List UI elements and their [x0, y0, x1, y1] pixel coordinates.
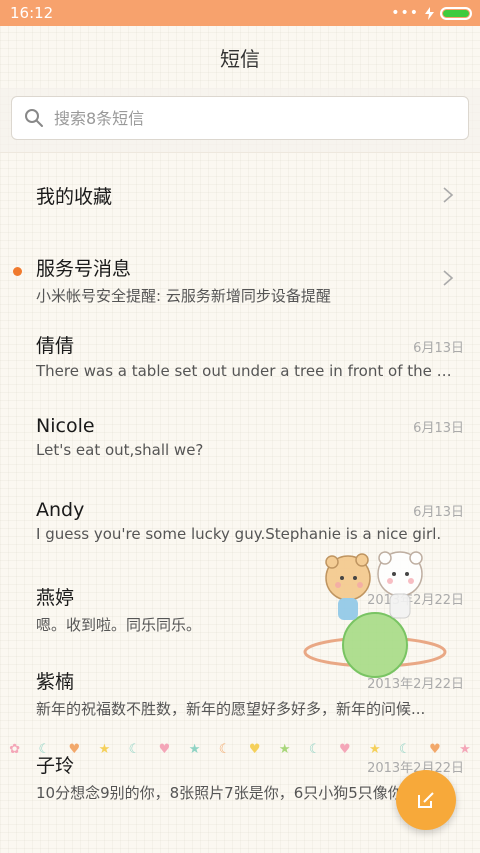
- search-icon: [25, 109, 43, 127]
- status-icons: •••: [391, 6, 472, 20]
- compose-button[interactable]: [396, 770, 456, 830]
- contact-name: 紫楠: [36, 671, 75, 693]
- favorites-label: 我的收藏: [36, 185, 113, 208]
- message-preview: Let's eat out,shall we?: [36, 441, 204, 459]
- message-item[interactable]: Nicole 6月13日 Let's eat out,shall we?: [0, 405, 480, 489]
- contact-name: Nicole: [36, 415, 95, 437]
- service-messages-row[interactable]: 服务号消息 小米帐号安全提醒: 云服务新增同步设备提醒: [0, 237, 480, 321]
- status-time: 16:12: [10, 4, 54, 22]
- contact-name: Andy: [36, 499, 85, 521]
- message-preview: There was a table set out under a tree i…: [36, 362, 454, 380]
- message-date: 6月13日: [413, 421, 464, 436]
- unread-dot: [13, 267, 22, 276]
- title-bar: 短信: [0, 26, 480, 88]
- compose-icon: [418, 792, 434, 808]
- contact-name: 燕婷: [36, 587, 75, 609]
- favorites-row[interactable]: 我的收藏: [0, 153, 480, 237]
- message-preview: 10分想念9别的你，8张照片7张是你，6只小狗5只像你...: [36, 784, 418, 802]
- search-input[interactable]: [54, 108, 434, 128]
- message-preview: 新年的祝福数不胜数，新年的愿望好多好多，新年的问候...: [36, 700, 426, 718]
- chevron-right-icon: [443, 270, 454, 286]
- chevron-right-icon: [443, 187, 454, 203]
- service-preview: 小米帐号安全提醒: 云服务新增同步设备提醒: [36, 287, 331, 305]
- page-title: 短信: [220, 46, 260, 71]
- message-date: 6月13日: [413, 505, 464, 520]
- decorative-border: ✿ ☾ ♥ ★ ☾ ♥ ★ ☾ ♥ ★ ☾ ♥ ★ ☾ ♥ ★: [9, 741, 471, 757]
- search-box[interactable]: [11, 96, 469, 140]
- search-container: [0, 88, 480, 153]
- message-date: 6月13日: [413, 341, 464, 356]
- message-item[interactable]: 倩倩 6月13日 There was a table set out under …: [0, 321, 480, 405]
- battery-icon: [440, 6, 472, 20]
- service-title: 服务号消息: [36, 258, 132, 280]
- contact-name: 倩倩: [36, 335, 75, 357]
- bear-planet-sticker: [303, 551, 447, 678]
- charging-icon: [425, 6, 434, 20]
- more-notifications-icon: •••: [391, 5, 419, 21]
- status-bar: 16:12 •••: [0, 0, 480, 26]
